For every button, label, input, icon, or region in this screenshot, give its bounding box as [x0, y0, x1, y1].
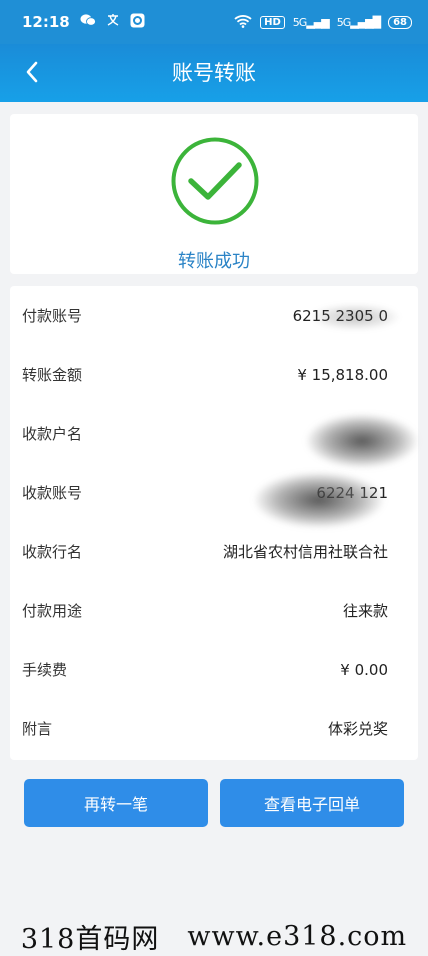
detail-value: 往来款 [342, 602, 388, 620]
detail-label: 收款账号 [22, 484, 83, 502]
watermark-right: www.e318.com [187, 920, 408, 952]
detail-row-bank-name: 收款行名 湖北省农村信用社联合社 [10, 522, 418, 581]
detail-label: 收款户名 [22, 425, 83, 443]
success-text: 转账成功 [178, 251, 250, 272]
wifi-icon [234, 14, 252, 31]
page-title: 账号转账 [172, 61, 256, 85]
nav-bar: 账号转账 [0, 44, 428, 102]
detail-label: 附言 [22, 720, 53, 738]
detail-value: 体彩兑奖 [327, 720, 388, 738]
translate-icon [106, 13, 120, 31]
watermark-left: 318首码网 [20, 923, 160, 955]
detail-label: 转账金额 [22, 366, 83, 384]
wechat-icon [80, 13, 96, 31]
detail-value: ¥ 15,818.00 [297, 365, 388, 384]
redaction-mark [306, 414, 418, 468]
redaction-mark [254, 472, 384, 528]
view-receipt-button[interactable]: 查看电子回单 [220, 779, 404, 827]
status-bar: 12:18 HD 5G▂▄▆ 5G▂▄▆█ 68 [0, 0, 428, 44]
detail-row-fee: 手续费 ¥ 0.00 [10, 640, 418, 699]
detail-value: ¥ 0.00 [340, 660, 388, 679]
chevron-left-icon [26, 61, 38, 83]
transfer-again-button[interactable]: 再转一笔 [24, 779, 208, 827]
battery-icon: 68 [388, 15, 412, 29]
redaction-mark [310, 304, 400, 330]
success-check-icon [170, 136, 260, 226]
detail-card: 付款账号 6215 2305 0 转账金额 ¥ 15,818.00 收款户名 收… [10, 286, 418, 760]
back-button[interactable] [18, 58, 46, 86]
hd-badge: HD [260, 15, 285, 29]
app-notification-icon [130, 13, 145, 32]
detail-row-amount: 转账金额 ¥ 15,818.00 [10, 345, 418, 404]
watermark: 318首码网 www.e318.com [0, 918, 428, 955]
detail-label: 收款行名 [22, 543, 83, 561]
detail-row-purpose: 付款用途 往来款 [10, 581, 418, 640]
detail-label: 手续费 [22, 661, 68, 679]
detail-label: 付款用途 [22, 602, 83, 620]
result-card: 转账成功 [10, 114, 418, 274]
signal-icon-2: 5G▂▄▆█ [336, 15, 381, 29]
detail-value: 湖北省农村信用社联合社 [222, 543, 388, 561]
detail-row-remark: 附言 体彩兑奖 [10, 699, 418, 758]
detail-label: 付款账号 [22, 307, 83, 325]
status-time: 12:18 [22, 13, 70, 31]
signal-icon-1: 5G▂▄▆ [292, 15, 330, 29]
